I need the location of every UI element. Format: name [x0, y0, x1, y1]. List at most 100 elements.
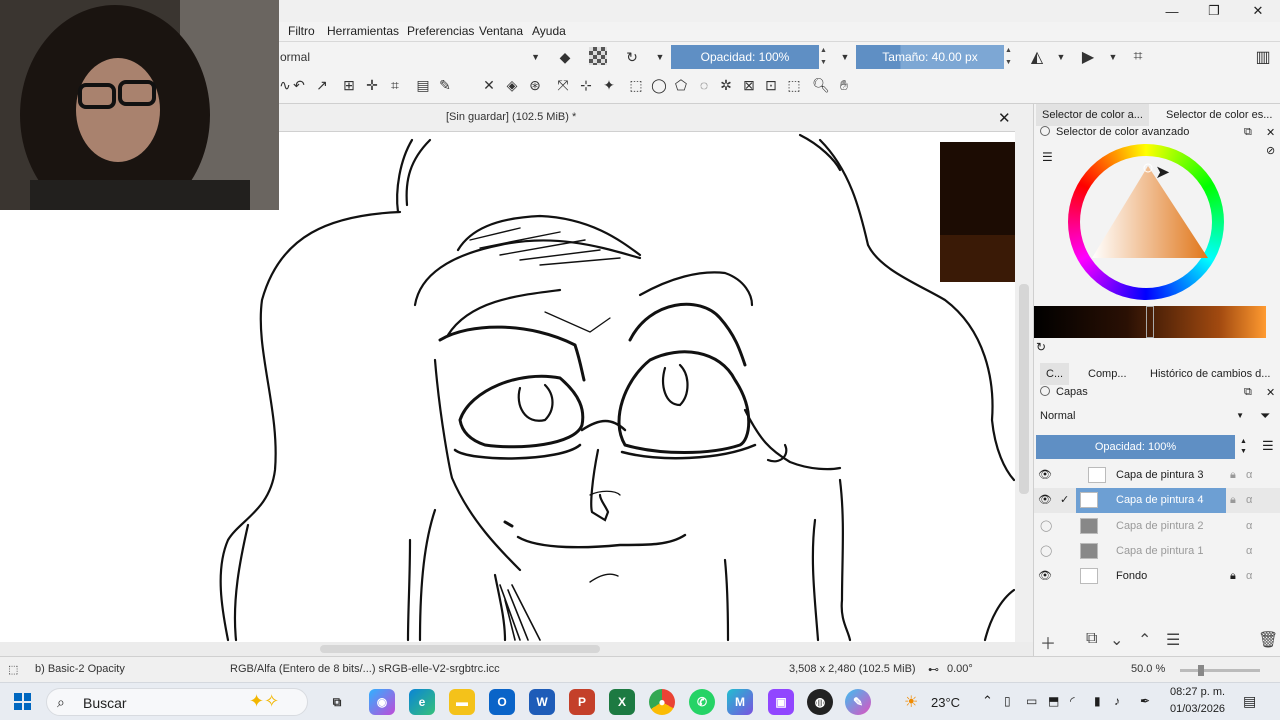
gradient-tool-icon[interactable]: ▤: [413, 75, 433, 95]
duplicate-layer-icon[interactable]: ⧉: [1086, 630, 1097, 648]
smart-patch-icon[interactable]: ✕: [479, 75, 499, 95]
move-down-icon[interactable]: ⌄: [1110, 630, 1123, 650]
similar-select-icon[interactable]: ⊠: [739, 75, 759, 95]
tab-color-selector-advanced[interactable]: Selector de color a...: [1036, 104, 1149, 126]
size-slider[interactable]: Tamaño: 40.00 px: [856, 45, 1004, 69]
settings-list-icon[interactable]: ☰: [1042, 150, 1053, 164]
alpha-icon[interactable]: α: [1246, 564, 1252, 589]
chevron-down-icon[interactable]: ▼: [650, 47, 670, 67]
chevron-up-icon[interactable]: ⌃: [982, 693, 993, 709]
contiguous-select-icon[interactable]: ✲: [716, 75, 736, 95]
reference-tool-icon[interactable]: ✦: [599, 75, 619, 95]
opacity-slider[interactable]: Opacidad: 100%: [671, 45, 819, 69]
freehand-path-icon[interactable]: ↗: [312, 75, 332, 95]
layer-row[interactable]: ◯ Capa de pintura 1 α: [1034, 539, 1280, 564]
document-title[interactable]: [Sin guardar] (102.5 MiB) *: [446, 111, 576, 123]
freehand-select-icon[interactable]: ◌: [694, 75, 714, 95]
microphone-icon[interactable]: ▮: [1094, 694, 1101, 708]
layer-row[interactable]: 👁︎ ✓ Capa de pintura 4 🔒︎ α: [1034, 488, 1280, 513]
weather-temperature[interactable]: 23°C: [931, 695, 960, 710]
eraser-icon[interactable]: ◆: [555, 47, 575, 67]
restore-button[interactable]: ❐: [1192, 0, 1236, 22]
minimize-button[interactable]: —: [1150, 0, 1194, 22]
close-window-button[interactable]: ✕: [1236, 0, 1280, 22]
color-picker-icon[interactable]: ✎: [435, 75, 455, 95]
search-input[interactable]: ⌕ Buscar ✦✧: [46, 688, 308, 716]
tab-color-selector-specific[interactable]: Selector de color es...: [1160, 104, 1278, 126]
layer-opacity-slider[interactable]: Opacidad: 100%: [1036, 435, 1235, 459]
speaker-icon[interactable]: ♪: [1114, 694, 1120, 708]
move-tool-icon[interactable]: ✛: [362, 75, 382, 95]
menu-icon[interactable]: ☰: [1262, 438, 1274, 454]
obs-icon[interactable]: ◍: [807, 689, 833, 715]
transform-tool-icon[interactable]: ⊞: [339, 75, 359, 95]
menu-herramientas[interactable]: Herramientas: [327, 24, 399, 38]
close-panel-icon[interactable]: ✕: [1266, 386, 1275, 399]
chevron-down-icon[interactable]: ▼: [835, 47, 855, 67]
close-document-icon[interactable]: ✕: [998, 109, 1011, 127]
layer-blend-select[interactable]: Normal ▼: [1036, 406, 1248, 426]
word-icon[interactable]: W: [529, 689, 555, 715]
lock-icon[interactable]: 🔒︎: [1230, 463, 1236, 488]
mirror-horizontal-icon[interactable]: ◭: [1027, 47, 1047, 67]
edge-icon[interactable]: e: [409, 689, 435, 715]
opacity-stepper[interactable]: ▲ ▼: [1240, 437, 1247, 457]
mirror-vertical-icon[interactable]: ▶: [1078, 47, 1098, 67]
crop-tool-icon[interactable]: ⌗: [385, 75, 405, 95]
twitch-icon[interactable]: ▣: [768, 689, 794, 715]
assistant-tool-icon[interactable]: ⤧: [553, 75, 573, 95]
clock-time[interactable]: 08:27 p. m.: [1170, 686, 1225, 698]
eye-icon[interactable]: 👁︎: [1038, 488, 1052, 513]
float-panel-icon[interactable]: ⧉: [1244, 126, 1252, 139]
refresh-icon[interactable]: ↻: [1036, 340, 1046, 354]
panel-icon[interactable]: ▥: [1253, 47, 1273, 67]
float-panel-icon[interactable]: ⧉: [1244, 386, 1252, 399]
outlook-icon[interactable]: O: [489, 689, 515, 715]
eye-closed-icon[interactable]: ◯: [1040, 539, 1052, 564]
lock-icon[interactable]: 🔒︎: [1230, 488, 1236, 513]
task-view-icon[interactable]: ⧉: [324, 689, 350, 715]
pen-icon[interactable]: ✒: [1140, 694, 1150, 708]
whatsapp-icon[interactable]: ✆: [689, 689, 715, 715]
size-stepper[interactable]: ▲ ▼: [1005, 45, 1015, 69]
blend-mode-select[interactable]: ormal ▼: [278, 47, 544, 67]
lock-icon[interactable]: 🔒︎: [1230, 564, 1236, 589]
move-up-icon[interactable]: ⌃: [1138, 630, 1151, 650]
brush-preset[interactable]: b) Basic-2 Opacity: [35, 663, 125, 675]
magnetic-select-icon[interactable]: ⬚: [784, 75, 804, 95]
alpha-icon[interactable]: α: [1246, 463, 1252, 488]
layer-row[interactable]: ◯ Capa de pintura 2 α: [1034, 514, 1280, 539]
rect-select-icon[interactable]: ⬚: [626, 75, 646, 95]
color-history-bar[interactable]: [1034, 306, 1266, 338]
teams-icon[interactable]: M: [727, 689, 753, 715]
wrap-around-icon[interactable]: ⌗: [1128, 47, 1148, 67]
menu-filtro[interactable]: Filtro: [288, 24, 315, 38]
add-layer-icon[interactable]: ＋: [1040, 630, 1056, 654]
layer-row[interactable]: 👁︎ Fondo 🔒︎ α: [1034, 564, 1280, 589]
windows-start-icon[interactable]: [14, 693, 31, 710]
wifi-icon[interactable]: ◜: [1070, 694, 1075, 708]
pan-tool-icon[interactable]: ✋︎: [834, 75, 854, 95]
chevron-down-icon[interactable]: ▼: [1103, 47, 1123, 67]
alpha-icon[interactable]: α: [1246, 539, 1252, 564]
copilot-icon[interactable]: ◉: [369, 689, 395, 715]
reset-icon[interactable]: ⊘: [1266, 144, 1275, 157]
filter-icon[interactable]: ⏷: [1260, 408, 1270, 424]
chrome-icon[interactable]: ●: [649, 689, 675, 715]
chevron-down-icon[interactable]: ▼: [1051, 47, 1071, 67]
tab-history[interactable]: Histórico de cambios d...: [1144, 363, 1276, 385]
ellipse-select-icon[interactable]: ◯: [649, 75, 669, 95]
color-triangle[interactable]: [1068, 144, 1224, 300]
powerpoint-icon[interactable]: P: [569, 689, 595, 715]
monitor-icon[interactable]: ▭: [1026, 694, 1037, 708]
alpha-lock-icon[interactable]: [589, 47, 607, 65]
zoom-slider[interactable]: [1180, 665, 1260, 676]
eye-icon[interactable]: 👁︎: [1038, 564, 1052, 589]
notification-icon[interactable]: ▤: [1243, 693, 1256, 710]
fill-tool-icon[interactable]: ◈: [502, 75, 522, 95]
alpha-icon[interactable]: α: [1246, 514, 1252, 539]
excel-icon[interactable]: X: [609, 689, 635, 715]
horizontal-scrollbar[interactable]: [0, 642, 1033, 656]
vertical-scrollbar[interactable]: [1015, 104, 1033, 642]
zoom-value[interactable]: 50.0 %: [1131, 663, 1165, 675]
